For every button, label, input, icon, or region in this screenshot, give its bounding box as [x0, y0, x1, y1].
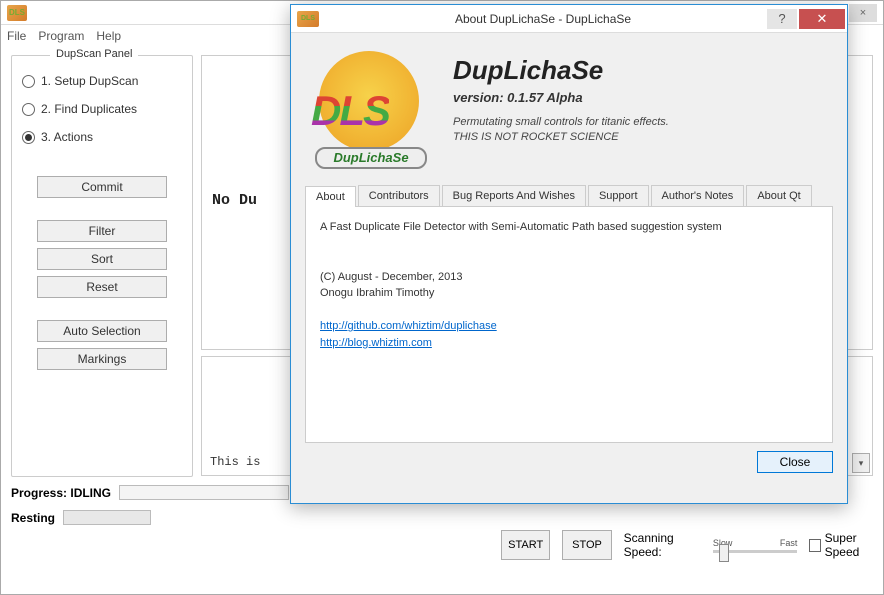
footer-controls: START STOP Scanning Speed: Slow Fast Sup… — [501, 530, 883, 560]
radio-actions[interactable]: 3. Actions — [22, 130, 182, 144]
filter-button[interactable]: Filter — [37, 220, 167, 242]
close-stub-icon[interactable]: × — [849, 4, 877, 22]
about-author: Onogu Ibrahim Timothy — [320, 285, 818, 302]
tagline: Permutating small controls for titanic e… — [453, 115, 833, 146]
app-icon: DLS — [7, 5, 27, 21]
about-copyright: (C) August - December, 2013 — [320, 269, 818, 286]
about-title: About DupLichaSe - DupLichaSe — [319, 12, 767, 26]
radio-find[interactable]: 2. Find Duplicates — [22, 102, 182, 116]
about-tabs: About Contributors Bug Reports And Wishe… — [305, 185, 833, 207]
tab-content-about: A Fast Duplicate File Detector with Semi… — [305, 207, 833, 443]
app-icon: DLS — [297, 11, 319, 27]
autoselection-button[interactable]: Auto Selection — [37, 320, 167, 342]
radio-icon — [22, 131, 35, 144]
speed-label: Scanning Speed: — [624, 531, 701, 559]
radio-icon — [22, 75, 35, 88]
dupscan-panel: DupScan Panel 1. Setup DupScan 2. Find D… — [11, 55, 193, 477]
progress-bar — [119, 485, 289, 500]
radio-setup[interactable]: 1. Setup DupScan — [22, 74, 182, 88]
close-button[interactable]: Close — [757, 451, 833, 473]
menu-program[interactable]: Program — [38, 29, 84, 43]
commit-button[interactable]: Commit — [37, 176, 167, 198]
logo: DLS DupLichaSe — [305, 47, 435, 177]
slider-thumb-icon[interactable] — [719, 544, 729, 562]
about-info: DupLichaSe version: 0.1.57 Alpha Permuta… — [453, 47, 833, 177]
panel-legend: DupScan Panel — [50, 48, 138, 60]
tab-contributors[interactable]: Contributors — [358, 185, 440, 206]
about-description: A Fast Duplicate File Detector with Semi… — [320, 219, 818, 236]
log-text: This is — [210, 455, 260, 469]
checkbox-icon — [809, 539, 820, 552]
link-github[interactable]: http://github.com/whiztim/duplichase — [320, 320, 497, 332]
tab-bugs[interactable]: Bug Reports And Wishes — [442, 185, 586, 206]
stop-button[interactable]: STOP — [562, 530, 611, 560]
dropdown-icon[interactable]: ▾ — [852, 453, 870, 473]
tab-support[interactable]: Support — [588, 185, 649, 206]
start-button[interactable]: START — [501, 530, 550, 560]
fast-label: Fast — [780, 538, 798, 548]
tab-notes[interactable]: Author's Notes — [651, 185, 745, 206]
progress-label: Progress: IDLING — [11, 486, 111, 500]
reset-button[interactable]: Reset — [37, 276, 167, 298]
logo-subtext: DupLichaSe — [315, 147, 427, 169]
resting-label: Resting — [11, 511, 55, 525]
resting-bar — [63, 510, 151, 525]
app-name: DupLichaSe — [453, 55, 833, 86]
tab-about[interactable]: About — [305, 186, 356, 207]
tab-qt[interactable]: About Qt — [746, 185, 811, 206]
about-titlebar: DLS About DupLichaSe - DupLichaSe ? ✕ — [291, 5, 847, 33]
about-dialog: DLS About DupLichaSe - DupLichaSe ? ✕ DL… — [290, 4, 848, 504]
window-close-button[interactable]: ✕ — [799, 9, 845, 29]
app-version: version: 0.1.57 Alpha — [453, 90, 833, 105]
help-button[interactable]: ? — [767, 9, 797, 29]
logo-text: DLS — [311, 87, 389, 135]
link-blog[interactable]: http://blog.whiztim.com — [320, 337, 432, 349]
menu-help[interactable]: Help — [96, 29, 121, 43]
speed-slider[interactable]: Slow Fast — [713, 538, 798, 553]
sort-button[interactable]: Sort — [37, 248, 167, 270]
superspeed-checkbox[interactable]: Super Speed — [809, 531, 883, 559]
menu-file[interactable]: File — [7, 29, 26, 43]
radio-icon — [22, 103, 35, 116]
markings-button[interactable]: Markings — [37, 348, 167, 370]
